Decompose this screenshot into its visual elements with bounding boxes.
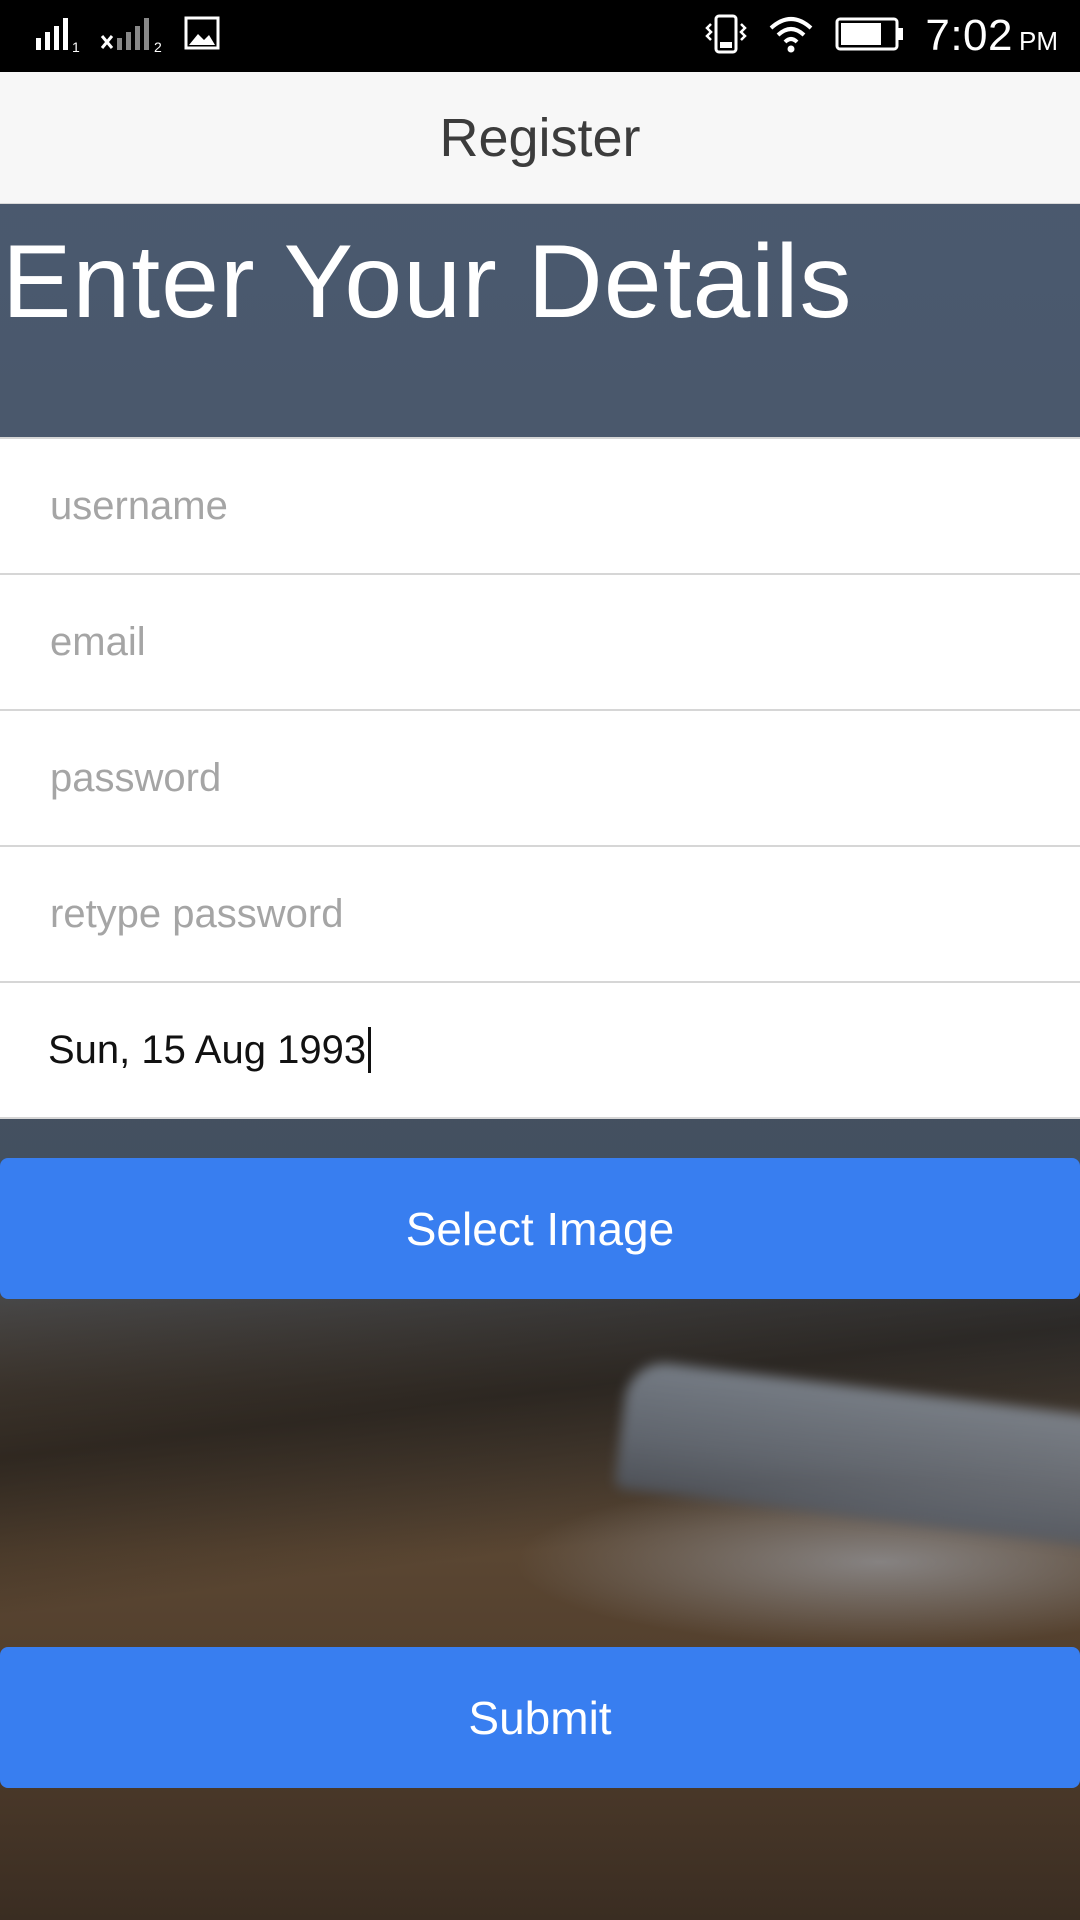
wifi-icon [767, 14, 815, 59]
svg-text:2: 2 [154, 39, 162, 54]
clock: 7:02 PM [925, 11, 1058, 61]
submit-button[interactable]: Submit [0, 1647, 1080, 1788]
birthdate-input[interactable]: Sun, 15 Aug 1993 [48, 1027, 372, 1073]
page-title: Register [439, 107, 641, 168]
retype-password-field-row [0, 847, 1080, 983]
app-bar: Register [0, 72, 1080, 204]
battery-icon [835, 16, 905, 57]
details-heading: Enter Your Details [2, 224, 853, 340]
birthdate-field-row[interactable]: Sun, 15 Aug 1993 [0, 983, 1080, 1119]
username-field-row [0, 437, 1080, 575]
vibrate-icon [705, 12, 748, 61]
svg-text:1: 1 [72, 39, 80, 54]
password-input[interactable] [48, 754, 1032, 802]
signal-sim2-icon: 2 [100, 14, 166, 59]
select-image-label: Select Image [405, 1202, 675, 1255]
retype-password-input[interactable] [48, 890, 1032, 938]
status-time: 7:02 [925, 11, 1013, 60]
password-field-row [0, 711, 1080, 847]
status-bar: 1 2 7:02 PM [0, 0, 1080, 72]
register-form: Sun, 15 Aug 1993 [0, 437, 1080, 1119]
details-heading-banner: Enter Your Details [0, 203, 1080, 437]
email-input[interactable] [48, 618, 1032, 666]
select-image-button[interactable]: Select Image [0, 1158, 1080, 1299]
username-input[interactable] [48, 482, 1032, 530]
signal-sim1-icon: 1 [34, 14, 82, 59]
email-field-row [0, 575, 1080, 711]
gallery-notification-icon [184, 16, 220, 57]
status-ampm: PM [1019, 26, 1058, 56]
submit-label: Submit [468, 1691, 612, 1744]
text-cursor [368, 1027, 372, 1073]
birthdate-value: Sun, 15 Aug 1993 [48, 1027, 367, 1072]
